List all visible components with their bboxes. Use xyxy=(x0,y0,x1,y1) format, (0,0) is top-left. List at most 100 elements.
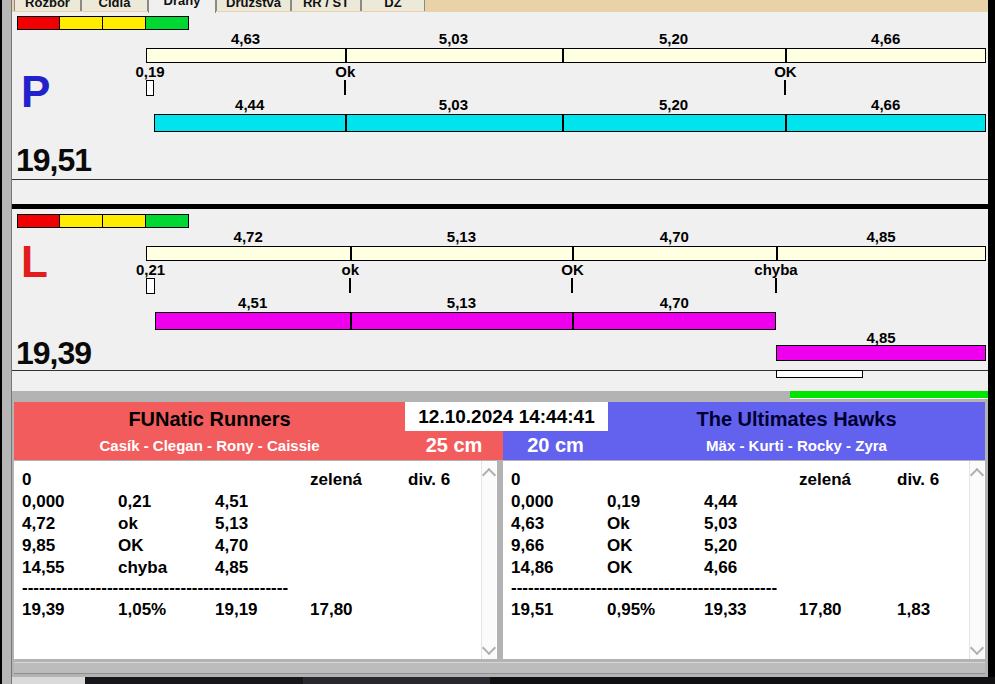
lane-letter: L xyxy=(21,240,48,284)
right-edge xyxy=(988,0,995,677)
chevron-up-icon xyxy=(970,468,984,482)
table-total-cell: 17,80 xyxy=(310,600,353,620)
table-total-cell: 1,83 xyxy=(897,600,930,620)
table-cell: 5,20 xyxy=(704,536,737,556)
table-cell: 0,21 xyxy=(118,492,151,512)
table-cell: 4,44 xyxy=(704,492,737,512)
table-cell: 4,63 xyxy=(511,514,544,534)
table-cell: 4,66 xyxy=(704,558,737,578)
taskbar-segment[interactable] xyxy=(303,677,490,684)
lane-letter: P xyxy=(21,70,50,114)
table-cell: 9,66 xyxy=(511,536,544,556)
chevron-down-icon xyxy=(482,641,496,655)
table-cell: OK xyxy=(118,536,144,556)
tab-rr-st[interactable]: RR / ST xyxy=(291,0,361,11)
scroll-down-button[interactable] xyxy=(482,641,496,655)
measured-length-label: 5,13 xyxy=(350,294,572,311)
team-name-right: The Ultimates Hawks xyxy=(608,408,985,431)
sector-bar-planned xyxy=(146,246,986,261)
measured-length-label: 5,03 xyxy=(345,96,561,113)
footer-strip xyxy=(14,662,985,674)
start-offset-label: 0,21 xyxy=(111,261,191,278)
sensor-tick xyxy=(571,278,573,293)
sector-length-label: 4,63 xyxy=(146,30,345,47)
table-cell: div. 6 xyxy=(408,470,450,490)
table-cell: div. 6 xyxy=(897,470,939,490)
measured-length-label: 4,70 xyxy=(572,294,776,311)
distance-left: 25 cm xyxy=(405,434,503,457)
table-cell: 4,72 xyxy=(22,514,55,534)
scroll-down-button[interactable] xyxy=(970,641,984,655)
sector-divider xyxy=(785,115,787,131)
table-separator: ----------------------------------------… xyxy=(22,578,288,598)
scrollbar[interactable] xyxy=(969,461,984,659)
table-cell: OK xyxy=(607,558,633,578)
start-offset-label: 0,19 xyxy=(110,63,190,80)
table-cell: 4,85 xyxy=(215,558,248,578)
measured-length-label: 5,20 xyxy=(562,96,786,113)
sensor-status-label: chyba xyxy=(731,261,821,278)
scrollbar[interactable] xyxy=(481,461,496,659)
tab-dr-hy[interactable]: Dráhy xyxy=(148,0,216,13)
sector-length-label: 5,20 xyxy=(562,30,786,47)
table-cell: 9,85 xyxy=(22,536,55,556)
scroll-up-button[interactable] xyxy=(482,465,496,479)
tab-dz[interactable]: DZ xyxy=(361,0,425,11)
status-square xyxy=(145,16,189,30)
tab-dru-stva[interactable]: Družstva xyxy=(216,0,291,11)
sector-length-label: 5,03 xyxy=(345,30,561,47)
measured-length-label: 4,44 xyxy=(154,96,345,113)
taskbar-segment[interactable] xyxy=(85,677,303,684)
table-total-cell: 1,05% xyxy=(118,600,166,620)
table-total-cell: 0,95% xyxy=(607,600,655,620)
taskbar xyxy=(0,677,995,684)
table-cell: 4,70 xyxy=(215,536,248,556)
sensor-status-label: OK xyxy=(740,63,830,80)
measured-length-label: 4,85 xyxy=(776,329,986,346)
lane-panel-L: 4,725,134,704,850,21okOKchyba4,515,134,7… xyxy=(12,209,988,370)
table-cell: zelená xyxy=(310,470,362,490)
sector-divider xyxy=(776,247,778,260)
sector-divider xyxy=(562,115,564,131)
status-square xyxy=(59,214,103,228)
sector-length-label: 4,72 xyxy=(146,228,350,245)
sector-bar-measured xyxy=(154,114,986,132)
tab--idla[interactable]: Čidla xyxy=(81,0,148,11)
sector-length-label: 4,85 xyxy=(776,228,986,245)
sector-divider xyxy=(345,115,347,131)
start-offset-marker xyxy=(146,278,155,294)
tab-rozbor[interactable]: Rozbor xyxy=(14,0,81,11)
chevron-down-icon xyxy=(970,641,984,655)
sector-divider xyxy=(350,313,352,329)
table-cell: 4,51 xyxy=(215,492,248,512)
table-total-cell: 19,51 xyxy=(511,600,554,620)
sector-bar-measured-dropped xyxy=(776,345,986,361)
sensor-tick xyxy=(349,278,351,293)
timestamp: 12.10.2024 14:44:41 xyxy=(405,402,608,431)
table-cell: chyba xyxy=(118,558,167,578)
progress-bar xyxy=(790,391,988,399)
table-total-cell: 19,39 xyxy=(22,600,65,620)
table-cell: Ok xyxy=(607,514,630,534)
team-members-left: Casík - Clegan - Rony - Caissie xyxy=(14,437,405,454)
table-cell: 14,55 xyxy=(22,558,65,578)
left-border-line xyxy=(11,0,12,684)
sector-divider xyxy=(572,313,574,329)
sector-divider xyxy=(562,49,564,62)
chevron-up-icon xyxy=(482,468,496,482)
table-cell: 0 xyxy=(22,470,31,490)
sector-length-label: 5,13 xyxy=(350,228,572,245)
team-members-right: Mäx - Kurti - Rocky - Zyra xyxy=(608,437,985,454)
team-name-left: FUNatic Runners xyxy=(14,408,405,431)
sector-length-label: 4,70 xyxy=(572,228,776,245)
scroll-up-button[interactable] xyxy=(970,465,984,479)
sensor-status-label: ok xyxy=(305,261,395,278)
status-square xyxy=(59,16,103,30)
sensor-tick xyxy=(784,80,786,95)
sensor-tick xyxy=(775,278,777,293)
sensor-status-label: Ok xyxy=(300,63,390,80)
status-square xyxy=(17,214,60,228)
sector-divider xyxy=(785,49,787,62)
status-square xyxy=(102,16,146,30)
taskbar-segment[interactable] xyxy=(0,677,85,684)
